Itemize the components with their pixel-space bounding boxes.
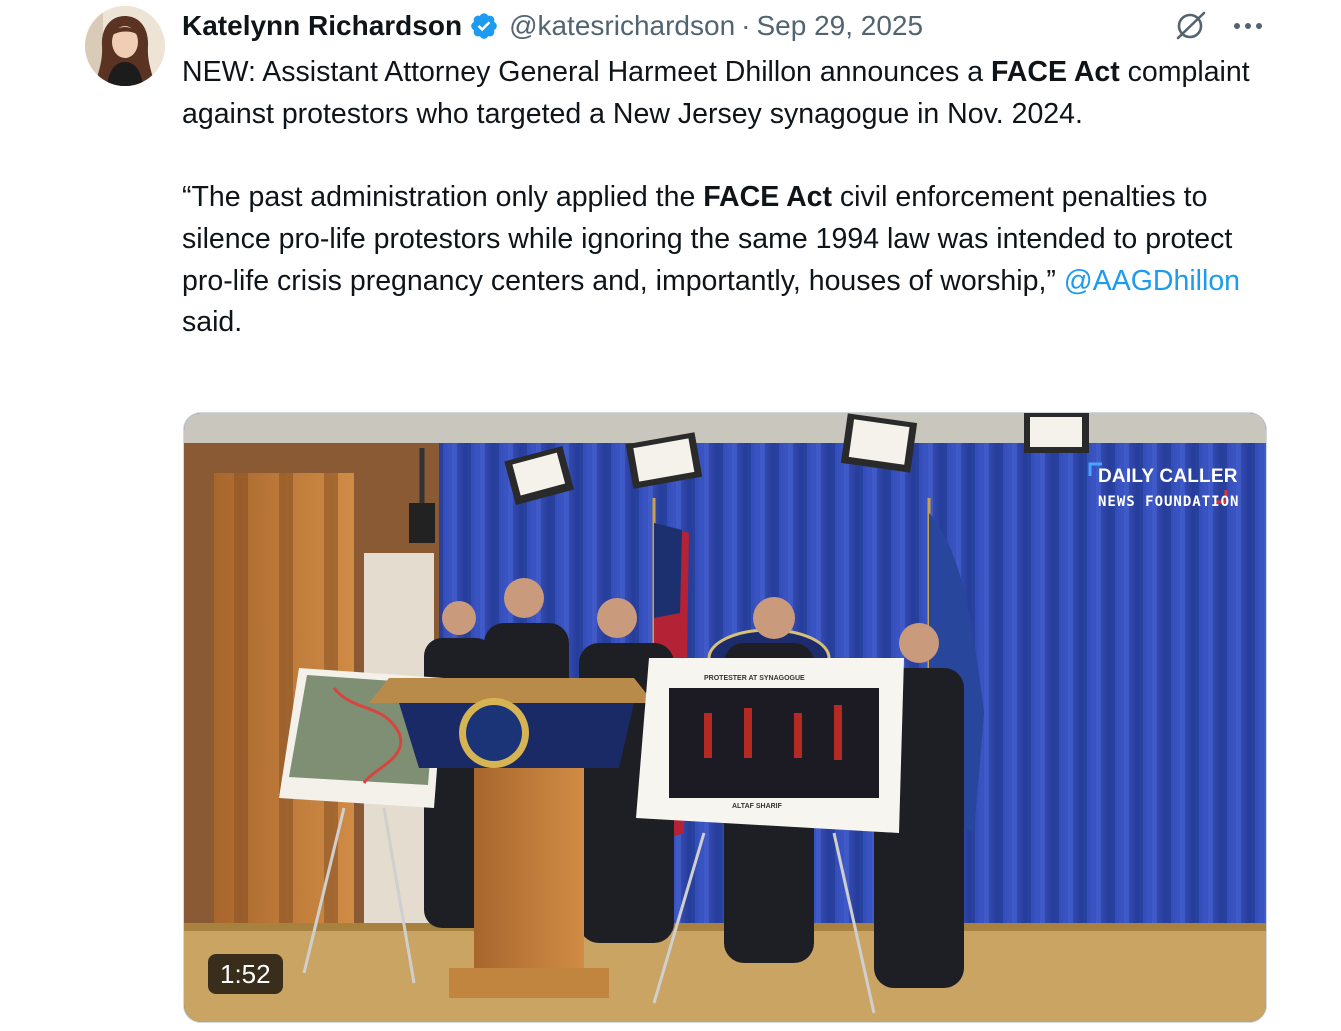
tweet-text: NEW: Assistant Attorney General Harmeet … bbox=[182, 52, 1272, 344]
mention-link[interactable]: @AAGDhillon bbox=[1064, 265, 1240, 297]
tweet-text-p2-a: “The past administration only applied th… bbox=[182, 181, 704, 214]
author-avatar[interactable] bbox=[85, 6, 165, 86]
poster-caption: ALTAF SHARIF bbox=[732, 803, 782, 810]
header-separator: · bbox=[741, 10, 751, 41]
watermark-line1: DAILY CALLER bbox=[1098, 466, 1238, 487]
video-duration: 1:52 bbox=[208, 954, 283, 994]
more-icon[interactable] bbox=[1228, 6, 1268, 46]
watermark-line2: NEWS FOUNDATION bbox=[1098, 494, 1240, 510]
author-handle[interactable]: @katesrichardson bbox=[509, 10, 735, 42]
tweet-text-p1-a: NEW: Assistant Attorney General Harmeet … bbox=[182, 56, 991, 88]
author-name[interactable]: Katelynn Richardson bbox=[182, 10, 462, 42]
grok-icon[interactable] bbox=[1170, 6, 1210, 46]
poster-title: PROTESTER AT SYNAGOGUE bbox=[704, 675, 805, 682]
tweet-header: Katelynn Richardson @katesrichardson · S… bbox=[182, 6, 923, 46]
tweet-text-p2-bold: FACE Act bbox=[703, 181, 833, 214]
tweet-date[interactable]: Sep 29, 2025 bbox=[756, 10, 923, 42]
tweet-text-p1-bold: FACE Act bbox=[990, 56, 1120, 88]
verified-badge-icon[interactable] bbox=[469, 11, 499, 41]
